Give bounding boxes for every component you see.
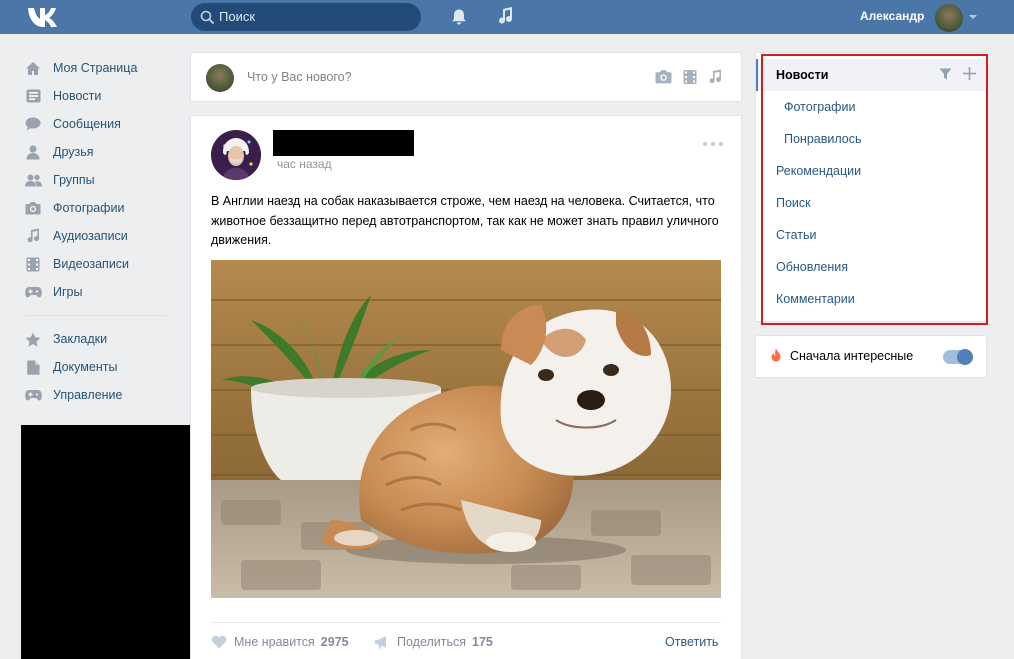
- music-icon[interactable]: [708, 69, 722, 85]
- vk-logo-icon[interactable]: [26, 5, 60, 29]
- interesting-toggle[interactable]: [943, 349, 973, 365]
- top-header: Поиск Александр: [0, 0, 1014, 34]
- like-count: 2975: [320, 635, 349, 649]
- user-name[interactable]: Александр: [860, 9, 924, 23]
- sidebar-item-label: Документы: [53, 360, 118, 374]
- sidebar-item-label: Видеозаписи: [53, 257, 130, 271]
- sidebar-item-label: Фотографии: [53, 201, 125, 215]
- interesting-first-setting: Сначала интересные: [755, 335, 987, 378]
- filter-item-search[interactable]: Поиск: [776, 187, 811, 219]
- filter-item-photos[interactable]: Фотографии: [784, 91, 855, 123]
- post-text: В Англии наезд на собак наказывается стр…: [211, 194, 719, 247]
- bell-icon[interactable]: [450, 8, 468, 26]
- sidebar-item-label: Аудиозаписи: [53, 229, 128, 243]
- music-icon[interactable]: [496, 6, 514, 26]
- post-photo[interactable]: [211, 260, 721, 598]
- sidebar-item-manage[interactable]: Управление: [22, 381, 170, 409]
- filter-item-recommendations[interactable]: Рекомендации: [776, 155, 861, 187]
- chevron-down-icon[interactable]: [969, 15, 977, 19]
- gamepad-icon: [24, 387, 42, 403]
- sidebar-item-video[interactable]: Видеозаписи: [22, 250, 170, 278]
- redacted-block: [21, 425, 193, 659]
- share-button[interactable]: Поделиться 175: [374, 635, 493, 649]
- filter-item-comments[interactable]: Комментарии: [776, 283, 855, 315]
- toggle-knob: [957, 349, 973, 365]
- sidebar-item-label: Сообщения: [53, 117, 121, 131]
- filter-item-articles[interactable]: Статьи: [776, 219, 817, 251]
- search-icon: [200, 10, 214, 24]
- avatar: [206, 64, 234, 92]
- fire-icon: [771, 348, 781, 362]
- sidebar-item-label: Игры: [53, 285, 83, 299]
- post-divider: [211, 622, 721, 623]
- star-icon: [24, 331, 42, 347]
- more-options-icon[interactable]: [701, 140, 725, 148]
- sidebar-nav: Моя Страница Новости Сообщения Друзья Гр…: [22, 54, 170, 409]
- interesting-label: Сначала интересные: [790, 349, 914, 363]
- friends-icon: [24, 144, 42, 160]
- sidebar-item-audio[interactable]: Аудиозаписи: [22, 222, 170, 250]
- active-item-indicator: [756, 59, 758, 91]
- sidebar-item-label: Управление: [53, 388, 123, 402]
- sidebar-item-label: Моя Страница: [53, 61, 138, 75]
- video-icon: [24, 256, 42, 272]
- sidebar-item-groups[interactable]: Группы: [22, 166, 170, 194]
- feed-post: час назад В Англии наезд на собак наказы…: [190, 115, 742, 659]
- feed-filter-menu: Новости Фотографии Понравилось Рекоменда…: [755, 52, 987, 322]
- sidebar-item-news[interactable]: Новости: [22, 82, 170, 110]
- sidebar-item-photos[interactable]: Фотографии: [22, 194, 170, 222]
- like-label: Мне нравится: [234, 635, 315, 649]
- sidebar-item-label: Новости: [53, 89, 102, 103]
- sidebar-divider: [26, 315, 166, 316]
- sidebar-item-label: Закладки: [53, 332, 108, 346]
- search-placeholder: Поиск: [219, 9, 256, 24]
- share-count: 175: [472, 635, 493, 649]
- sidebar-item-bookmarks[interactable]: Закладки: [22, 325, 170, 353]
- sidebar-item-label: Друзья: [53, 145, 94, 159]
- sidebar-item-messages[interactable]: Сообщения: [22, 110, 170, 138]
- sidebar-item-label: Группы: [53, 173, 95, 187]
- like-button[interactable]: Мне нравится 2975: [211, 635, 349, 649]
- news-icon: [24, 88, 42, 104]
- composer-placeholder[interactable]: Что у Вас нового?: [247, 70, 352, 84]
- filter-icon[interactable]: [939, 68, 952, 80]
- gamepad-icon: [24, 284, 42, 300]
- filter-item-news[interactable]: Новости: [776, 59, 828, 91]
- author-avatar[interactable]: [211, 130, 261, 180]
- megaphone-icon: [375, 636, 386, 649]
- author-name-redacted[interactable]: [273, 130, 414, 156]
- home-icon: [24, 60, 42, 76]
- avatar[interactable]: [935, 4, 963, 32]
- sidebar-item-documents[interactable]: Документы: [22, 353, 170, 381]
- reply-button[interactable]: Ответить: [665, 635, 718, 649]
- filter-item-updates[interactable]: Обновления: [776, 251, 848, 283]
- heart-icon: [211, 635, 227, 649]
- camera-icon: [24, 200, 42, 216]
- camera-icon[interactable]: [655, 69, 672, 84]
- plus-icon[interactable]: [963, 67, 976, 80]
- search-input[interactable]: Поиск: [191, 3, 421, 31]
- groups-icon: [24, 172, 42, 188]
- share-label: Поделиться: [397, 635, 467, 649]
- video-icon[interactable]: [683, 69, 697, 85]
- messages-icon: [24, 116, 42, 132]
- sidebar-item-friends[interactable]: Друзья: [22, 138, 170, 166]
- post-composer[interactable]: Что у Вас нового?: [190, 52, 742, 102]
- sidebar-item-games[interactable]: Игры: [22, 278, 170, 306]
- document-icon: [24, 359, 42, 375]
- music-icon: [24, 228, 42, 244]
- post-time[interactable]: час назад: [277, 157, 332, 171]
- filter-item-liked[interactable]: Понравилось: [784, 123, 862, 155]
- sidebar-item-my-page[interactable]: Моя Страница: [22, 54, 170, 82]
